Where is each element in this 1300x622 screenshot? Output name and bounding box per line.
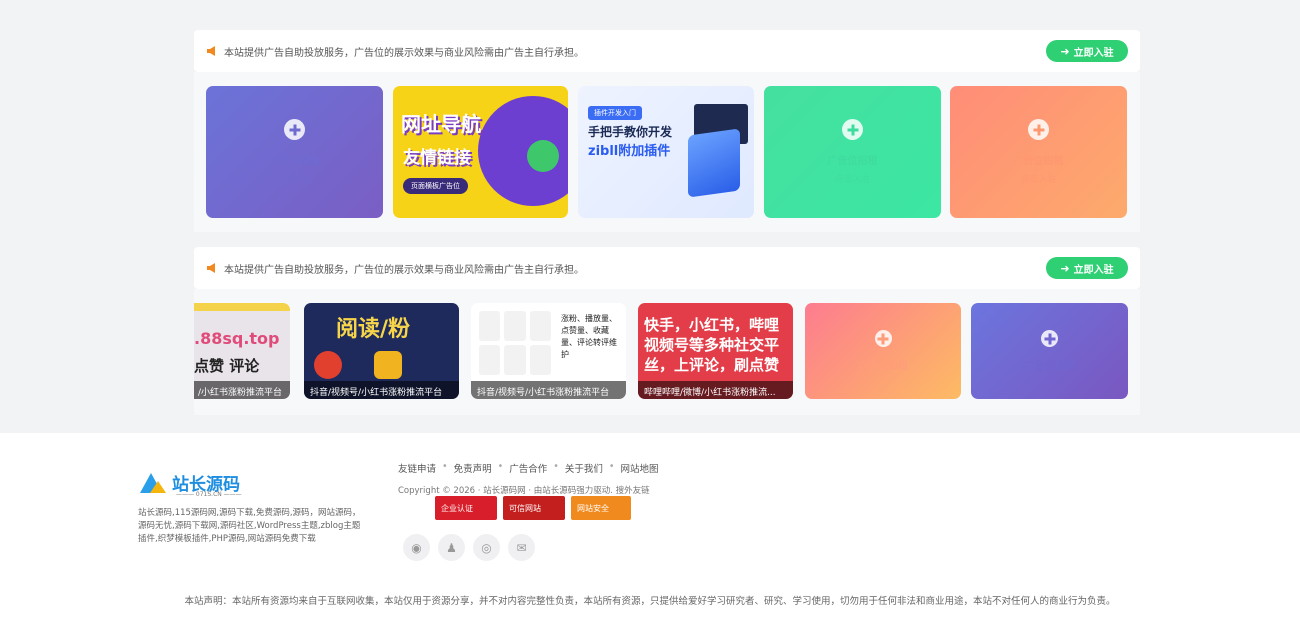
promo-thumb[interactable]: 涨粉、播放量、点赞量、收藏量、评论转评维护 抖音/视频号/小红书涨粉推流平台: [471, 303, 626, 399]
xiaohongshu-icon: [479, 311, 501, 341]
plus-icon: [284, 119, 305, 140]
promo-thumb[interactable]: 快手，小红书，哔哩视频号等多种社交平丝，上评论，刷点赞 哔哩哔哩/微博/小红书涨…: [638, 303, 793, 399]
ad-slot-card[interactable]: 广告位招租 点击入驻: [206, 86, 383, 218]
footer-link-sitemap[interactable]: 网站地图: [621, 461, 659, 475]
plus-icon: [874, 330, 892, 347]
ad-notice-bar: 本站提供广告自助投放服务，广告位的展示效果与商业风险需由广告主自行承担。 ➜ 立…: [194, 247, 1140, 289]
join-button[interactable]: ➜ 立即入驻: [1046, 40, 1128, 62]
ad-slot-card[interactable]: 广告位招租: [971, 303, 1128, 399]
megaphone-icon: [207, 46, 215, 56]
ad-row-2: .88sq.top 点赞 评论 /小红书涨粉推流平台 阅读/粉 抖音/视频号/小…: [194, 289, 1140, 415]
footer-links: 友链申请 • 免责声明 • 广告合作 • 关于我们 • 网站地图: [398, 461, 659, 475]
join-button[interactable]: ➜ 立即入驻: [1046, 257, 1128, 279]
owl-mascot-icon: [527, 140, 559, 172]
cube-icon: [688, 128, 740, 198]
site-statement: 本站声明：本站所有资源均来自于互联网收集，本站仅用于资源分享，并不对内容完整性负…: [184, 596, 1116, 607]
footer-link-friend[interactable]: 友链申请: [398, 461, 436, 475]
enterprise-cert-badge[interactable]: 企业认证: [435, 496, 497, 520]
social-links: ◉ ♟ ◎ ✉: [403, 534, 535, 561]
trust-badges: 企业认证 可信网站 网站安全: [435, 496, 631, 520]
dev-plugin-banner-ad[interactable]: 插件开发入门 手把手教你开发 zibll附加插件: [578, 86, 754, 218]
weibo-icon[interactable]: ◎: [473, 534, 500, 561]
plus-icon: [1028, 119, 1049, 140]
wechat-icon[interactable]: ◉: [403, 534, 430, 561]
copyright: Copyright © 2026 · 站长源码网 · 由站长源码强力驱动. 搜外…: [398, 486, 650, 496]
promo-thumb[interactable]: 阅读/粉 抖音/视频号/小红书涨粉推流平台: [304, 303, 459, 399]
arrow-right-icon: ➜: [1060, 261, 1070, 275]
ad-notice-bar: 本站提供广告自助投放服务，广告位的展示效果与商业风险需由广告主自行承担。 ➜ 立…: [194, 30, 1140, 72]
ad-slot-card[interactable]: 广告位招租 点击入驻: [950, 86, 1127, 218]
weibo-icon: [314, 351, 342, 379]
arrow-right-icon: ➜: [1060, 44, 1070, 58]
megaphone-icon: [207, 263, 215, 273]
weibo-icon: [479, 345, 501, 375]
site-security-badge[interactable]: 网站安全: [571, 496, 631, 520]
douyin-icon: [504, 311, 526, 341]
video-icon: [504, 345, 526, 375]
trusted-site-badge[interactable]: 可信网站: [503, 496, 565, 520]
site-logo[interactable]: 站长源码 ——— 071S.CN ———: [138, 469, 242, 498]
email-icon[interactable]: ✉: [508, 534, 535, 561]
footer-link-about[interactable]: 关于我们: [565, 461, 603, 475]
qq-icon[interactable]: ♟: [438, 534, 465, 561]
logo-mountain-icon: [140, 473, 166, 493]
nav-banner-ad[interactable]: 网址导航 友情链接 页面横板广告位: [393, 86, 568, 218]
ad-slot-card[interactable]: 广告位招租: [805, 303, 961, 399]
ad-slot-card[interactable]: 广告位招租 点击入驻: [764, 86, 941, 218]
kuaishou-icon: [374, 351, 402, 379]
site-description: 站长源码,115源码网,源码下载,免费源码,源码，网站源码，源码无忧,源码下载网…: [138, 508, 361, 544]
promo-thumb[interactable]: .88sq.top 点赞 评论 /小红书涨粉推流平台: [194, 303, 290, 399]
footer-link-ads[interactable]: 广告合作: [509, 461, 547, 475]
ad-row-1: 广告位招租 点击入驻 网址导航 友情链接 页面横板广告位 插件开发入门 手把手教…: [194, 72, 1140, 232]
ad-notice-text: 本站提供广告自助投放服务，广告位的展示效果与商业风险需由广告主自行承担。: [224, 264, 584, 276]
plus-icon: [1041, 330, 1058, 347]
ad-notice-text: 本站提供广告自助投放服务，广告位的展示效果与商业风险需由广告主自行承担。: [224, 47, 584, 59]
site-domain: ——— 071S.CN ———: [176, 491, 242, 498]
weibo-icon: [529, 345, 551, 375]
kuaishou-icon: [529, 311, 551, 341]
site-footer: 站长源码 ——— 071S.CN ——— 站长源码,115源码网,源码下载,免费…: [0, 433, 1300, 622]
plus-icon: [842, 119, 863, 140]
footer-link-disclaimer[interactable]: 免责声明: [454, 461, 492, 475]
